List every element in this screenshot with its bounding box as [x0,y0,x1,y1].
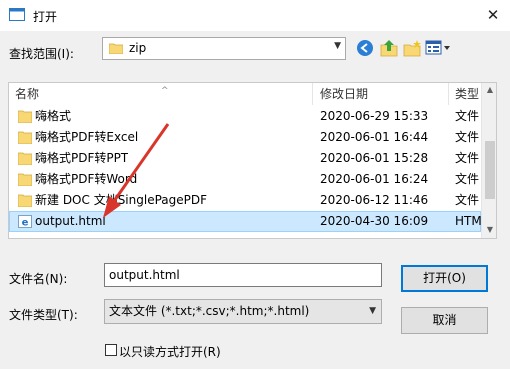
file-type: 文件 [455,193,480,207]
file-name: 新建 DOC 文档SinglePagePDF [35,193,208,207]
column-header-name-label: 名称 [15,87,40,101]
ie-html-file-icon: e [18,215,32,228]
file-row[interactable]: 新建 DOC 文档SinglePagePDF 2020-06-12 11:46 … [9,190,481,211]
cancel-button[interactable]: 取消 [401,307,488,334]
look-in-value: zip [129,41,147,55]
filetype-label: 文件类型(T): [9,308,78,322]
svg-text:e: e [22,218,29,229]
file-row[interactable]: 嗨格式PDF转PPT 2020-06-01 15:28 文件 [9,148,481,169]
folder-icon [18,152,32,165]
file-list[interactable]: 名称 ^ 修改日期 类型 嗨格式 2020-06-29 15:33 文件 嗨格式… [8,82,497,239]
column-header-name[interactable]: 名称 ^ [9,83,313,105]
view-menu-icon[interactable] [425,39,451,57]
scrollbar-thumb[interactable] [485,141,495,199]
readonly-label: 以只读方式打开(R) [119,345,221,359]
folder-icon [18,110,32,123]
chevron-down-icon: ▼ [369,306,376,316]
column-header-type-label: 类型 [455,87,480,101]
look-in-dropdown[interactable]: zip ▼ [102,37,346,60]
file-date: 2020-06-01 16:24 [320,172,429,186]
folder-icon [109,43,123,54]
file-type: 文件 [455,109,480,123]
vertical-scrollbar[interactable]: ▲ ▼ [481,83,496,238]
file-type: HTM [455,214,481,228]
filetype-value: 文本文件 (*.txt;*.csv;*.htm;*.html) [109,304,310,318]
new-folder-icon[interactable] [402,39,422,57]
file-name: 嗨格式PDF转Word [35,172,138,186]
file-row[interactable]: 嗨格式PDF转Word 2020-06-01 16:24 文件 [9,169,481,190]
file-row[interactable]: 嗨格式 2020-06-29 15:33 文件 [9,106,481,127]
window-icon [9,8,25,21]
file-type: 文件 [455,151,480,165]
open-button[interactable]: 打开(O) [401,265,488,292]
folder-icon [18,131,32,144]
close-button[interactable]: ✕ [476,0,510,31]
file-type: 文件 [455,172,480,186]
file-row-selected[interactable]: e output.html 2020-04-30 16:09 HTM [9,211,481,232]
chevron-down-icon: ▼ [334,41,341,51]
readonly-checkbox[interactable] [105,344,117,356]
file-name: 嗨格式PDF转Excel [35,130,139,144]
folder-icon [18,173,32,186]
column-header-type[interactable]: 类型 [449,83,481,105]
scroll-up-icon[interactable]: ▲ [484,85,496,94]
file-row[interactable]: 嗨格式PDF转Excel 2020-06-01 16:44 文件 [9,127,481,148]
filetype-dropdown[interactable]: 文本文件 (*.txt;*.csv;*.htm;*.html) ▼ [104,299,382,324]
sort-ascending-icon: ^ [161,86,169,96]
file-date: 2020-04-30 16:09 [320,214,429,228]
column-header-date[interactable]: 修改日期 [313,83,449,105]
file-date: 2020-06-29 15:33 [320,109,429,123]
file-type: 文件 [455,130,480,144]
filename-input[interactable]: output.html [104,263,382,287]
file-date: 2020-06-01 16:44 [320,130,429,144]
up-folder-icon[interactable] [379,39,399,57]
file-name: output.html [35,214,106,228]
back-icon[interactable] [355,39,375,57]
folder-icon [18,194,32,207]
file-name: 嗨格式PDF转PPT [35,151,129,165]
filename-label: 文件名(N): [9,272,68,286]
window-title: 打开 [33,10,58,24]
scroll-down-icon[interactable]: ▼ [484,225,496,234]
title-bar: 打开 ✕ [0,0,510,31]
look-in-label: 查找范围(I): [9,47,74,61]
file-date: 2020-06-01 15:28 [320,151,429,165]
file-date: 2020-06-12 11:46 [320,193,429,207]
column-header-date-label: 修改日期 [320,87,369,101]
file-name: 嗨格式 [35,109,72,123]
